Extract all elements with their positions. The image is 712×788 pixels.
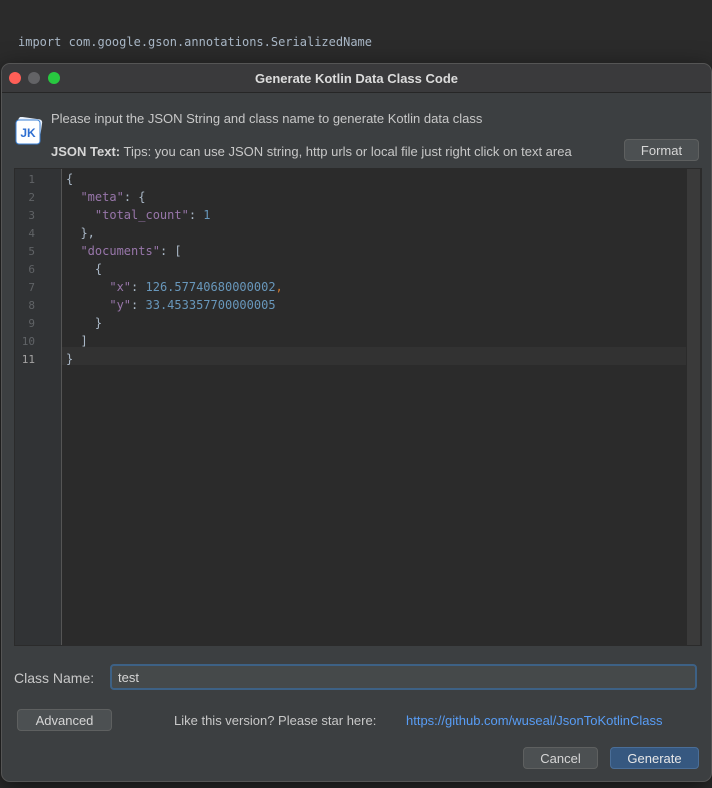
line-number: 10 <box>21 335 35 348</box>
logo-text: JK <box>20 126 36 140</box>
current-line-highlight <box>62 347 686 365</box>
code-line-11: } <box>66 352 74 366</box>
code-line-4: }, <box>80 226 95 240</box>
json-key: "meta" <box>80 190 124 204</box>
line-number: 2 <box>28 191 35 204</box>
star-prompt-text: Like this version? Please star here: <box>174 713 377 728</box>
json-number: 126.57740680000002 <box>145 280 276 294</box>
generate-button[interactable]: Generate <box>610 747 699 769</box>
cancel-button[interactable]: Cancel <box>523 747 598 769</box>
class-name-label: Class Name: <box>14 670 95 686</box>
dialog-title: Generate Kotlin Data Class Code <box>255 71 458 86</box>
json-tips: Tips: you can use JSON string, http urls… <box>120 144 572 159</box>
line-number: 9 <box>28 317 35 330</box>
title-bar: Generate Kotlin Data Class Code <box>2 64 711 93</box>
line-number: 8 <box>28 299 35 312</box>
code-line-5: "documents": [ <box>80 244 182 258</box>
code-line-9: } <box>94 316 103 330</box>
json-key: "x" <box>109 280 132 294</box>
code-line-10: ] <box>80 334 88 348</box>
code-line-8: "y": 33.453357700000005 <box>109 298 276 312</box>
code-line-6: { <box>94 262 103 276</box>
info-text: Please input the JSON String and class n… <box>51 111 483 126</box>
vertical-scrollbar[interactable] <box>687 169 700 645</box>
import-line: import com.google.gson.annotations.Seria… <box>18 35 373 49</box>
json-key: "documents" <box>80 244 160 258</box>
line-number: 1 <box>28 173 35 186</box>
code-line-3: "total_count": 1 <box>94 208 211 222</box>
class-name-input[interactable] <box>110 664 697 690</box>
json-number: 33.453357700000005 <box>145 298 276 312</box>
advanced-button[interactable]: Advanced <box>17 709 112 731</box>
line-number-current: 11 <box>21 353 35 366</box>
json-text-label: JSON Text: Tips: you can use JSON string… <box>51 144 572 159</box>
line-number: 6 <box>28 263 35 276</box>
line-number: 4 <box>28 227 35 240</box>
json-key: "y" <box>109 298 132 312</box>
line-number: 5 <box>28 245 35 258</box>
plugin-logo-icon: JK <box>15 117 43 145</box>
json-number: 1 <box>203 208 211 222</box>
format-button[interactable]: Format <box>624 139 699 161</box>
line-number: 3 <box>28 209 35 222</box>
json-key: "total_count" <box>94 208 189 222</box>
json-editor[interactable]: 1 2 3 4 5 6 7 8 9 10 11 { "meta": { "tot… <box>14 168 702 646</box>
code-line-2: "meta": { <box>80 190 146 204</box>
code-line-1: { <box>66 172 74 186</box>
line-number: 7 <box>28 281 35 294</box>
code-line-7: "x": 126.57740680000002, <box>109 280 283 294</box>
generate-dialog: Generate Kotlin Data Class Code JK Pleas… <box>1 63 712 782</box>
json-label-title: JSON Text: <box>51 144 121 159</box>
github-link[interactable]: https://github.com/wuseal/JsonToKotlinCl… <box>406 713 663 728</box>
line-number-gutter: 1 2 3 4 5 6 7 8 9 10 11 <box>15 169 62 645</box>
